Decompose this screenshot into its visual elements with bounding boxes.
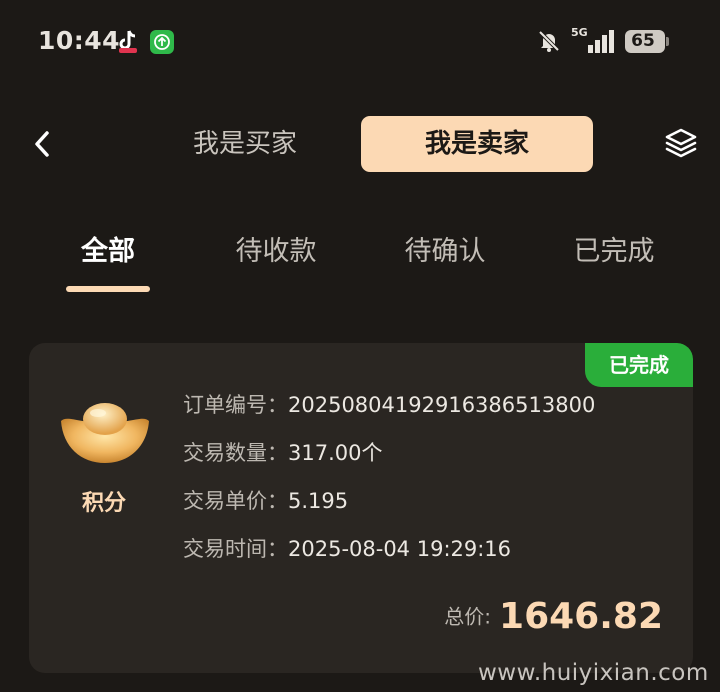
total-row: 总价: 1646.82 <box>444 591 663 641</box>
order-card[interactable]: 已完成 积分 订单编号：20250804192916386513800 交易数量… <box>29 343 693 673</box>
order-number-value: 20250804192916386513800 <box>288 393 596 417</box>
order-status-tabs: 全部 待收款 待确认 已完成 <box>0 218 720 298</box>
tab-pending-payment[interactable]: 待收款 <box>218 232 334 272</box>
status-bar: 10:44 5G 65 <box>0 0 720 80</box>
asset-name: 积分 <box>81 491 126 516</box>
order-number-label: 订单编号： <box>183 393 288 417</box>
tab-all[interactable]: 全部 <box>50 232 166 272</box>
status-badge: 已完成 <box>585 343 693 387</box>
trade-time-value: 2025-08-04 19:29:16 <box>288 537 512 561</box>
quantity-value: 317.00个 <box>288 441 383 465</box>
role-buyer-tab[interactable]: 我是买家 <box>150 116 340 172</box>
order-number-row: 订单编号：20250804192916386513800 <box>183 390 595 420</box>
quantity-label: 交易数量： <box>183 441 288 465</box>
trade-time-label: 交易时间： <box>183 537 288 561</box>
tiktok-icon <box>119 30 137 53</box>
trade-time-row: 交易时间：2025-08-04 19:29:16 <box>183 534 511 564</box>
tab-indicator <box>66 286 150 292</box>
total-label: 总价: <box>444 604 492 629</box>
tab-completed[interactable]: 已完成 <box>556 232 672 272</box>
total-value: 1646.82 <box>499 595 663 637</box>
signal-icon <box>588 30 614 53</box>
unit-price-label: 交易单价： <box>183 489 288 513</box>
gold-ingot-icon <box>61 403 149 463</box>
chevron-left-icon[interactable] <box>28 128 56 160</box>
tab-pending-confirm[interactable]: 待确认 <box>387 232 503 272</box>
unit-price-row: 交易单价：5.195 <box>183 486 348 516</box>
quantity-row: 交易数量：317.00个 <box>183 438 382 468</box>
green-upload-icon <box>150 30 174 54</box>
unit-price-value: 5.195 <box>288 489 349 513</box>
status-time: 10:44 <box>38 26 121 55</box>
role-seller-tab[interactable]: 我是卖家 <box>361 116 593 172</box>
bell-muted-icon <box>538 30 560 52</box>
role-toggle: 我是买家 我是卖家 <box>150 116 594 172</box>
battery-level: 65 <box>631 31 655 51</box>
watermark: www.huiyixian.com <box>478 660 709 686</box>
layers-icon[interactable] <box>664 126 698 160</box>
battery-icon: 65 <box>625 30 669 53</box>
